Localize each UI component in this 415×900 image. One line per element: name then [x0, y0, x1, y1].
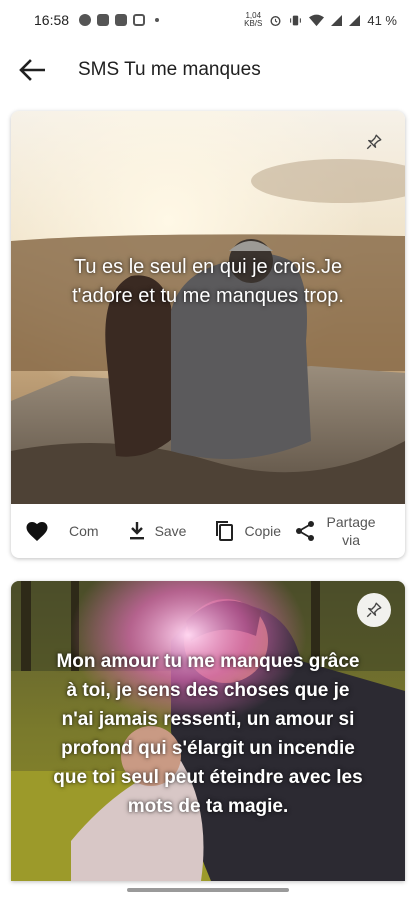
copy-notification-icon [97, 14, 110, 26]
status-time: 16:58 [34, 12, 70, 28]
message-text: Mon amour tu me manques grâce à toi, je … [53, 651, 363, 817]
share-label: Partage via [323, 513, 379, 549]
copy-label: Copie [244, 523, 282, 539]
heart-icon [26, 522, 48, 541]
message-text: Tu es le seul en qui je crois.Je t'adore… [72, 256, 344, 307]
network-speed-unit: KB/S [244, 19, 263, 28]
back-button[interactable] [12, 50, 52, 90]
pin-button[interactable] [357, 593, 391, 627]
vibrate-icon [290, 15, 302, 25]
message-card: Tu es le seul en qui je crois.Je t'adore… [11, 111, 405, 558]
signal-icon [331, 14, 343, 26]
save-label: Save [154, 523, 187, 539]
comment-button[interactable]: Com [69, 523, 99, 539]
battery-level: 41 % [367, 12, 397, 28]
app-bar: SMS Tu me manques [0, 44, 415, 96]
app-notification-icon [115, 14, 128, 26]
pin-icon [366, 134, 382, 150]
status-left: 16:58 [34, 12, 160, 28]
share-button[interactable]: Partage via [295, 504, 379, 558]
like-button[interactable] [25, 504, 49, 558]
share-label-line-1: Partage [326, 514, 376, 530]
message-card: Mon amour tu me manques grâce à toi, je … [11, 581, 405, 881]
arrow-back-icon [19, 59, 45, 81]
pin-button[interactable] [357, 125, 391, 159]
wifi-icon [309, 14, 325, 26]
share-icon [296, 521, 315, 541]
home-indicator[interactable] [127, 888, 289, 892]
instagram-notification-icon [133, 14, 146, 26]
alarm-icon [270, 15, 281, 26]
status-right: 1,04 KB/S 41 % [244, 12, 397, 28]
more-notifications-icon [155, 18, 160, 22]
copy-button[interactable]: Copie [214, 504, 281, 558]
card-actions: Com Save Copie Partage via [11, 504, 405, 558]
share-label-line-2: via [342, 532, 361, 548]
copy-icon [216, 521, 234, 541]
status-bar: 16:58 1,04 KB/S 41 % [0, 0, 415, 40]
save-button[interactable]: Save [129, 504, 187, 558]
pin-icon [366, 602, 382, 618]
network-speed: 1,04 KB/S [244, 12, 262, 28]
signal-2-icon [349, 14, 361, 26]
download-icon [129, 522, 144, 540]
sms-notification-icon [79, 14, 92, 26]
page-title: SMS Tu me manques [78, 59, 261, 80]
